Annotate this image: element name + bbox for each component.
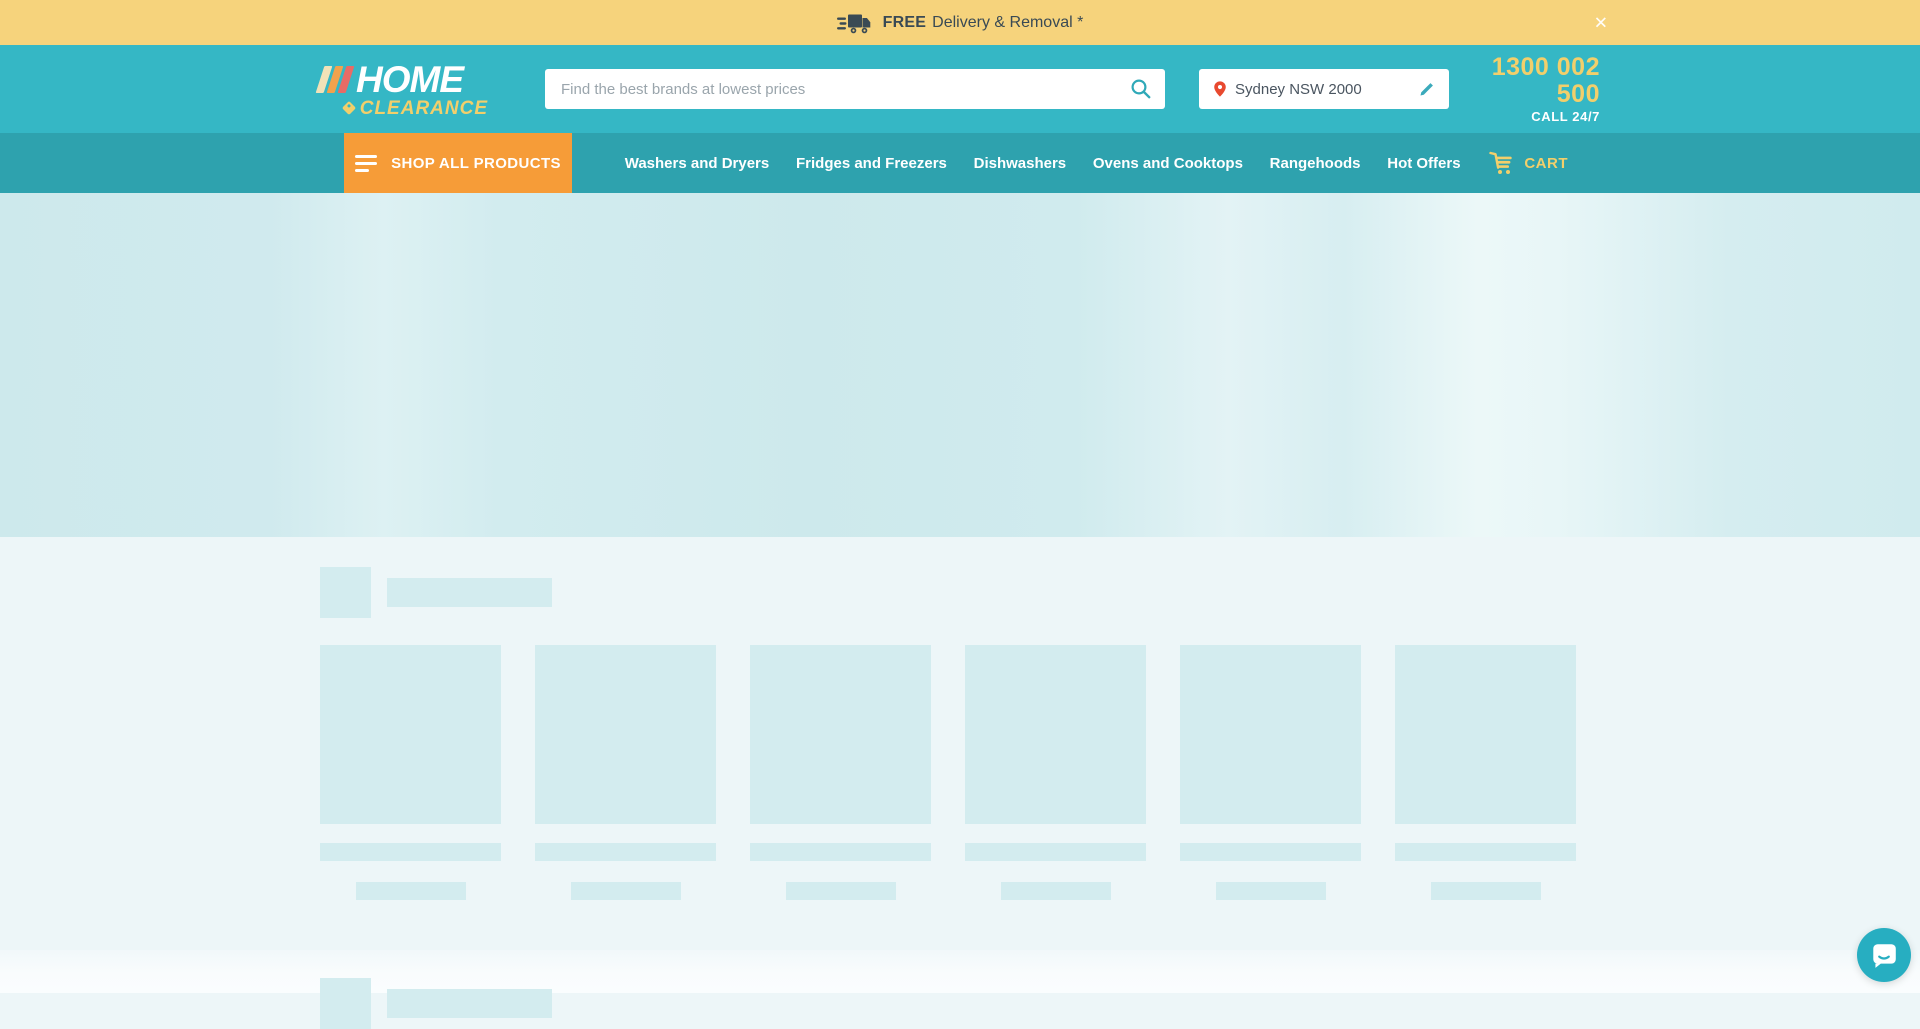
next-section bbox=[0, 950, 1920, 993]
phone-number: 1300 002 500 bbox=[1449, 54, 1600, 107]
section-title-icon-placeholder bbox=[320, 567, 371, 618]
product-image-placeholder bbox=[965, 645, 1146, 824]
logo-text-home: HOME bbox=[356, 61, 463, 98]
shop-all-label: SHOP ALL PRODUCTS bbox=[391, 155, 561, 172]
nav-item-dishwashers[interactable]: Dishwashers bbox=[970, 149, 1071, 178]
edit-location-button[interactable] bbox=[1416, 79, 1437, 100]
home-clearance-logo[interactable]: HOME CLEARANCE bbox=[320, 61, 488, 118]
nav-links: Washers and Dryers Fridges and Freezers … bbox=[572, 133, 1483, 193]
cart-icon bbox=[1489, 151, 1515, 175]
section-title-skeleton bbox=[320, 567, 1600, 618]
product-title-placeholder bbox=[535, 843, 716, 861]
product-price-placeholder bbox=[356, 882, 466, 900]
location-box bbox=[1199, 69, 1449, 109]
phone-availability: CALL 24/7 bbox=[1449, 109, 1600, 124]
banner-free-text: FREE bbox=[883, 14, 926, 32]
section-title-icon-placeholder bbox=[320, 978, 371, 1029]
nav-item-hot-offers[interactable]: Hot Offers bbox=[1383, 149, 1464, 178]
product-title-placeholder bbox=[750, 843, 931, 861]
product-price-placeholder bbox=[1216, 882, 1326, 900]
product-image-placeholder bbox=[1395, 645, 1576, 824]
phone-contact[interactable]: 1300 002 500 CALL 24/7 bbox=[1449, 54, 1600, 124]
skeleton-product-card bbox=[320, 645, 501, 900]
section-title-text-placeholder bbox=[387, 578, 552, 607]
banner-message: Delivery & Removal * bbox=[932, 14, 1083, 32]
featured-products-section bbox=[0, 537, 1920, 950]
chat-launcher-button[interactable] bbox=[1857, 928, 1911, 982]
cart-button[interactable]: CART bbox=[1483, 133, 1574, 193]
search-input[interactable] bbox=[545, 69, 1124, 109]
shop-all-products-button[interactable]: SHOP ALL PRODUCTS bbox=[344, 133, 572, 193]
banner-close-button[interactable]: ✕ bbox=[1590, 10, 1612, 35]
section-title-skeleton bbox=[320, 978, 1600, 1029]
hamburger-menu-icon bbox=[355, 155, 377, 172]
product-price-placeholder bbox=[1431, 882, 1541, 900]
section-title-text-placeholder bbox=[387, 989, 552, 1018]
chat-bubble-icon bbox=[1869, 940, 1899, 970]
product-price-placeholder bbox=[786, 882, 896, 900]
search-icon bbox=[1130, 78, 1152, 100]
product-image-placeholder bbox=[750, 645, 931, 824]
skeleton-product-card bbox=[965, 645, 1146, 900]
nav-item-rangehoods[interactable]: Rangehoods bbox=[1266, 149, 1365, 178]
product-title-placeholder bbox=[320, 843, 501, 861]
skeleton-product-card bbox=[1180, 645, 1361, 900]
location-input[interactable] bbox=[1229, 81, 1416, 98]
product-image-placeholder bbox=[1180, 645, 1361, 824]
product-image-placeholder bbox=[320, 645, 501, 824]
logo-text-clearance: CLEARANCE bbox=[360, 99, 488, 118]
nav-item-ovens-and-cooktops[interactable]: Ovens and Cooktops bbox=[1089, 149, 1247, 178]
product-image-placeholder bbox=[535, 645, 716, 824]
skeleton-product-card bbox=[535, 645, 716, 900]
site-header: HOME CLEARANCE bbox=[0, 45, 1920, 133]
skeleton-product-card bbox=[1395, 645, 1576, 900]
location-pin-icon bbox=[1211, 79, 1229, 99]
product-title-placeholder bbox=[965, 843, 1146, 861]
product-price-placeholder bbox=[571, 882, 681, 900]
nav-item-washers-and-dryers[interactable]: Washers and Dryers bbox=[621, 149, 774, 178]
product-title-placeholder bbox=[1395, 843, 1576, 861]
hero-banner-placeholder bbox=[0, 193, 1920, 537]
pencil-icon bbox=[1418, 81, 1435, 98]
main-nav: SHOP ALL PRODUCTS Washers and Dryers Fri… bbox=[0, 133, 1920, 193]
price-tag-icon bbox=[342, 101, 356, 115]
skeleton-product-card bbox=[750, 645, 931, 900]
skeleton-grid bbox=[320, 645, 1600, 900]
cart-label: CART bbox=[1524, 155, 1568, 172]
product-title-placeholder bbox=[1180, 843, 1361, 861]
delivery-truck-icon bbox=[837, 11, 871, 35]
search-button[interactable] bbox=[1124, 78, 1165, 100]
product-price-placeholder bbox=[1001, 882, 1111, 900]
nav-item-fridges-and-freezers[interactable]: Fridges and Freezers bbox=[792, 149, 951, 178]
search-box bbox=[545, 69, 1165, 109]
promo-banner: FREE Delivery & Removal * ✕ bbox=[0, 0, 1920, 45]
